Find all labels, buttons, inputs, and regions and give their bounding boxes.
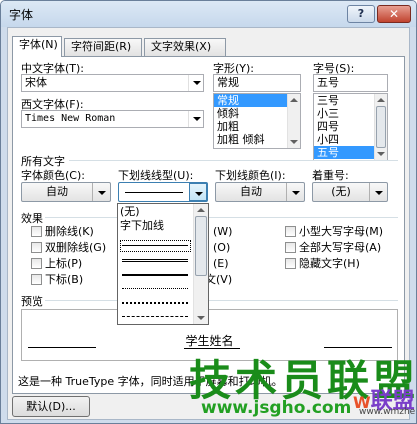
- dropdown-item-single[interactable]: [122, 245, 188, 246]
- emphasis-mark-label: 着重号:: [312, 169, 349, 182]
- strikethrough-checkbox[interactable]: 删除线(K): [31, 225, 94, 238]
- font-color-select[interactable]: 自动: [21, 182, 111, 202]
- divider: [45, 217, 398, 218]
- font-size-value: 五号: [317, 76, 339, 89]
- watermark-url: www.jsgho.com: [201, 398, 352, 418]
- style-scrollbar[interactable]: [287, 94, 300, 148]
- emphasis-mark-select[interactable]: (无): [312, 182, 388, 202]
- title-bar: 字体 ? ✕: [1, 1, 416, 27]
- superscript-checkbox[interactable]: 上标(P): [31, 257, 82, 270]
- western-font-value: Times New Roman: [25, 113, 116, 124]
- double-strikethrough-checkbox[interactable]: 双删除线(G): [31, 241, 106, 254]
- dropdown-scrollbar[interactable]: [193, 204, 208, 324]
- checkbox-label: 上标(P): [45, 257, 83, 270]
- chevron-down-icon[interactable]: [286, 183, 304, 201]
- underline-style-select[interactable]: [118, 182, 208, 202]
- underline-style-value: [119, 183, 189, 201]
- tab-font[interactable]: 字体(N): [12, 36, 62, 57]
- middle-effect-3[interactable]: (E): [213, 257, 229, 270]
- underline-style-dropdown[interactable]: (无) 字下加线: [117, 203, 209, 325]
- all-caps-checkbox[interactable]: 全部大写字母(A): [285, 241, 381, 254]
- hidden-text-checkbox[interactable]: 隐藏文字(H): [285, 257, 360, 270]
- dropdown-item-none[interactable]: (无): [120, 205, 140, 219]
- divider: [45, 300, 398, 301]
- western-font-select[interactable]: Times New Roman: [21, 110, 204, 128]
- checkbox-label: 全部大写字母(A): [299, 241, 382, 254]
- font-color-label: 字体颜色(C):: [21, 169, 85, 182]
- chevron-down-icon[interactable]: [369, 183, 387, 201]
- dropdown-selection: [120, 240, 191, 252]
- scroll-thumb[interactable]: [195, 216, 207, 276]
- font-style-value: 常规: [217, 76, 239, 89]
- chinese-font-value: 宋体: [25, 76, 47, 89]
- scroll-up-icon[interactable]: [197, 208, 205, 212]
- preview-heading: 预览: [21, 295, 43, 308]
- chevron-down-icon[interactable]: [188, 111, 203, 127]
- checkbox-box[interactable]: [285, 242, 296, 253]
- checkbox-label: (E): [213, 257, 229, 270]
- dropdown-item-thick-dotted[interactable]: [122, 302, 188, 304]
- small-caps-checkbox[interactable]: 小型大写字母(M): [285, 225, 383, 238]
- checkbox-box[interactable]: [31, 226, 42, 237]
- scroll-down-icon[interactable]: [377, 152, 385, 156]
- effects-heading: 效果: [21, 212, 43, 225]
- dropdown-item-thick[interactable]: [122, 274, 188, 276]
- dropdown-item-double[interactable]: [122, 259, 188, 262]
- dropdown-item-words-only[interactable]: 字下加线: [120, 219, 164, 233]
- tab-character-spacing[interactable]: 字符间距(R): [64, 38, 142, 56]
- scroll-up-icon[interactable]: [377, 98, 385, 102]
- watermark-sub-url: www.wmzhe.com: [359, 407, 416, 417]
- font-color-value: 自动: [46, 185, 68, 198]
- underline-color-value: 自动: [240, 185, 262, 198]
- checkbox-box[interactable]: [285, 258, 296, 269]
- divider: [69, 160, 398, 161]
- checkbox-label: 小型大写字母(M): [299, 225, 384, 238]
- checkbox-box[interactable]: [285, 226, 296, 237]
- chinese-font-select[interactable]: 宋体: [21, 74, 204, 92]
- underline-color-label: 下划线颜色(I):: [215, 169, 286, 182]
- checkbox-label: (O): [213, 241, 231, 254]
- checkbox-box[interactable]: [31, 258, 42, 269]
- checkbox-label: 文(V): [205, 273, 233, 286]
- help-button[interactable]: ?: [347, 5, 375, 23]
- scroll-down-icon[interactable]: [290, 140, 298, 144]
- chevron-down-icon[interactable]: [188, 75, 203, 91]
- chevron-down-icon[interactable]: [92, 183, 110, 201]
- dropdown-item-dotted[interactable]: [122, 288, 188, 289]
- emphasis-mark-value: (无): [331, 185, 351, 198]
- scroll-down-icon[interactable]: [197, 316, 205, 320]
- middle-effect-4[interactable]: 文(V): [205, 273, 232, 286]
- checkbox-label: 下标(B): [45, 273, 84, 286]
- window-title: 字体: [9, 8, 34, 22]
- middle-effect-2[interactable]: (O): [213, 241, 230, 254]
- font-size-input[interactable]: 五号: [313, 74, 388, 92]
- middle-effect-1[interactable]: (W): [213, 225, 232, 238]
- dropdown-item-dashed[interactable]: [122, 316, 188, 317]
- checkbox-label: 双删除线(G): [45, 241, 107, 254]
- underline-color-select[interactable]: 自动: [215, 182, 305, 202]
- chevron-down-icon[interactable]: [189, 183, 207, 201]
- scroll-up-icon[interactable]: [290, 98, 298, 102]
- checkbox-box[interactable]: [31, 242, 42, 253]
- font-style-list[interactable]: 常规 倾斜 加粗 加粗 倾斜: [213, 93, 301, 149]
- font-dialog: 字体 ? ✕ 字体(N) 字符间距(R) 文字效果(X) 中文字体(T): 宋体…: [0, 0, 417, 424]
- checkbox-label: 删除线(K): [45, 225, 94, 238]
- checkbox-label: (W): [213, 225, 233, 238]
- font-size-list[interactable]: 三号 小三 四号 小四 五号: [313, 93, 388, 161]
- font-style-input[interactable]: 常规: [213, 74, 301, 92]
- underline-style-label: 下划线线型(U):: [118, 169, 194, 182]
- tab-text-effects[interactable]: 文字效果(X): [144, 38, 226, 56]
- checkbox-box[interactable]: [31, 274, 42, 285]
- subscript-checkbox[interactable]: 下标(B): [31, 273, 83, 286]
- default-button[interactable]: 默认(D)...: [12, 396, 90, 417]
- size-scrollbar[interactable]: [374, 94, 387, 160]
- close-button[interactable]: ✕: [377, 5, 411, 23]
- checkbox-label: 隐藏文字(H): [299, 257, 360, 270]
- scroll-thumb[interactable]: [376, 106, 386, 148]
